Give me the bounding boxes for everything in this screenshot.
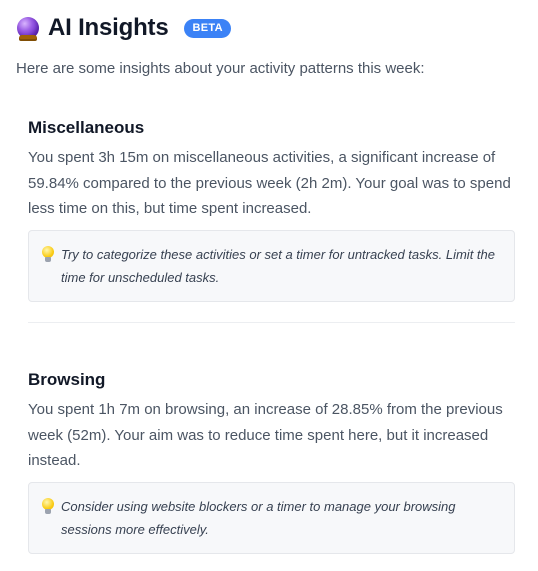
lightbulb-icon <box>41 497 55 516</box>
insight-tip: Try to categorize these activities or se… <box>28 229 515 302</box>
intro-text: Here are some insights about your activi… <box>16 60 425 77</box>
section-divider <box>28 322 515 323</box>
insight-title: Miscellaneous <box>28 118 145 137</box>
beta-badge: BETA <box>184 18 231 38</box>
panel-header: AI Insights BETA <box>16 8 231 48</box>
crystal-ball-icon <box>16 17 40 41</box>
insight-description: You spent 1h 7m on browsing, an increase… <box>28 401 503 469</box>
insight-tip: Consider using website blockers or a tim… <box>28 481 515 554</box>
lightbulb-icon <box>41 245 55 264</box>
tip-text: Consider using website blockers or a tim… <box>61 498 456 537</box>
tip-text: Try to categorize these activities or se… <box>61 246 495 285</box>
page-title: AI Insights <box>48 14 169 41</box>
insight-card-browsing: Browsing You spent 1h 7m on browsing, an… <box>28 368 515 554</box>
insight-title: Browsing <box>28 370 106 389</box>
insight-description: You spent 3h 15m on miscellaneous activi… <box>28 149 511 217</box>
insight-card-miscellaneous: Miscellaneous You spent 3h 15m on miscel… <box>28 116 515 302</box>
ai-insights-panel: AI Insights BETA Here are some insights … <box>0 0 538 571</box>
